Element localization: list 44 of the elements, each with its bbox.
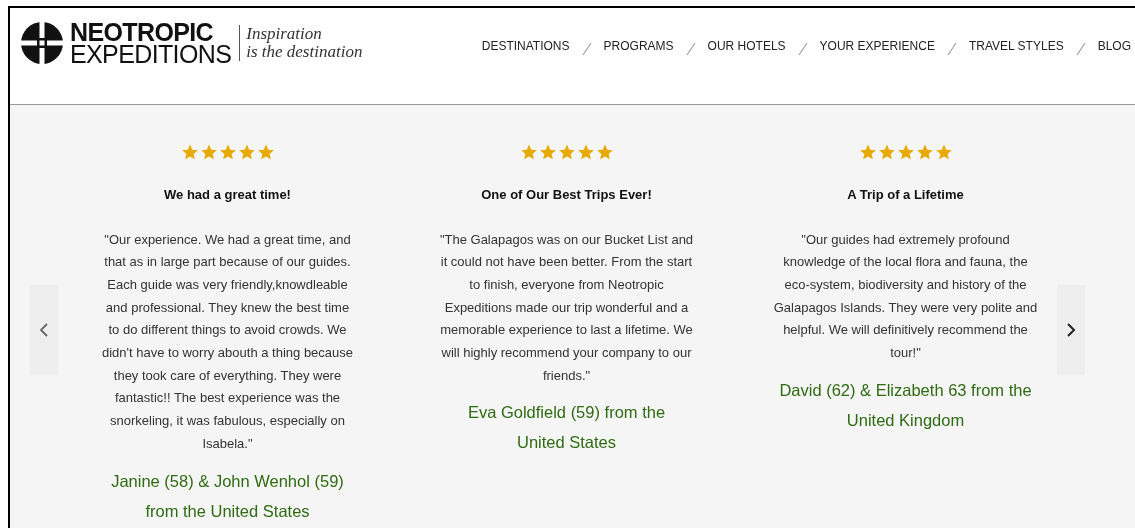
nav-link[interactable]: TRAVEL STYLES (968, 37, 1064, 55)
star-icon (557, 143, 576, 161)
star-icon (896, 143, 915, 161)
review-title: A Trip of a Lifetime (847, 186, 964, 204)
review-text: "The Galapagos was on our Bucket List and it could not have been better. From the start to finish, everyone from Neotropic Expeditions made our trip wonderful and a memorable experience to last a lifetime. We will highly recommend your company to our friends." (438, 230, 695, 385)
review-text: "Our experience. We had a great time, and that as in large part because of our guides. Each guide was very friendly,knowdleable and professional. They knew the best time to do different things to avoid crowds. We didn't have to worry abouth a thing because they took care of everything. They were fantastic!! The best experience was the snorkeling, it was fabulous, especially on Isabela." (101, 230, 354, 453)
star-icon (237, 143, 256, 161)
chevron-left-icon (39, 323, 49, 337)
slash-separator-icon (685, 42, 696, 56)
reviewer-name: David (62) & Elizabeth 63 from the United Kingdom (778, 379, 1033, 431)
logo-icon (20, 21, 64, 65)
star-icon (218, 143, 237, 161)
star-icon (256, 143, 275, 161)
star-icon (858, 143, 877, 161)
tagline: Inspiration (246, 25, 323, 43)
review-text: "Our guides had extremely profound knowledge of the local flora and fauna, the eco-system, biodiversity and history of the Galapagos Islands. They were very polite and helpful. We will definitively recommend the tour!" (772, 230, 1039, 362)
star-icon (519, 143, 538, 161)
slash-separator-icon (946, 42, 957, 56)
logo-text: EXPEDITIONS (70, 43, 232, 65)
logo-text: NEOTROPIC (70, 21, 213, 43)
star-icon (538, 143, 557, 161)
slash-separator-icon (1075, 42, 1086, 56)
review-title: One of Our Best Trips Ever! (481, 186, 652, 204)
star-icon (915, 143, 934, 161)
nav-link[interactable]: BLOG (1097, 37, 1131, 55)
reviewer-name: Eva Goldfield (59) from the United States (466, 402, 667, 454)
tagline: is the destination (246, 43, 363, 61)
nav-link[interactable]: DESTINATIONS (481, 37, 570, 55)
slash-separator-icon (581, 42, 592, 56)
chevron-right-icon (1066, 323, 1076, 337)
star-icon (180, 143, 199, 161)
star-icon (199, 143, 218, 161)
star-icon (595, 143, 614, 161)
reviewer-name: Janine (58) & John Wenhol (59) from the United States (110, 470, 345, 522)
next-button[interactable] (1057, 285, 1085, 375)
star-icon (576, 143, 595, 161)
slash-separator-icon (797, 42, 808, 56)
nav-link[interactable]: YOUR EXPERIENCE (819, 37, 935, 55)
nav-link[interactable]: OUR HOTELS (707, 37, 786, 55)
review-title: We had a great time! (164, 186, 291, 204)
star-icon (877, 143, 896, 161)
star-icon (934, 143, 953, 161)
nav-link[interactable]: PROGRAMS (603, 37, 674, 55)
previous-button[interactable] (30, 285, 58, 375)
